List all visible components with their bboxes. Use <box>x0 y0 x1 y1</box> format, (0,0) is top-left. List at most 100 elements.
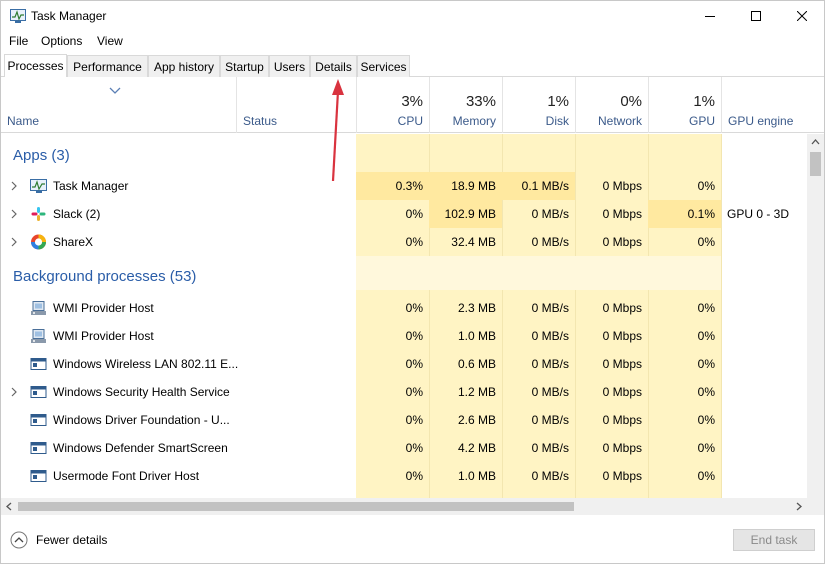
maximize-icon <box>751 11 761 21</box>
disk-value: 0 MB/s <box>531 469 569 483</box>
disk-value: 0 MB/s <box>531 441 569 455</box>
column-header-cpu[interactable]: 3% CPU <box>356 77 429 133</box>
cpu-value: 0% <box>405 469 423 483</box>
fewer-details-chevron-up-icon[interactable] <box>10 531 28 549</box>
window-title: Task Manager <box>31 9 107 23</box>
wmi-provider-icon <box>31 329 46 343</box>
tab-details[interactable]: Details <box>310 55 357 77</box>
column-header-memory[interactable]: 33% Memory <box>429 77 502 133</box>
disk-value: 0.1 MB/s <box>521 179 569 193</box>
column-header-name[interactable]: Name <box>1 77 236 133</box>
tab-strip: Processes Performance App history Startu… <box>1 54 824 77</box>
expand-chevron-icon[interactable] <box>10 181 18 191</box>
menu-file[interactable]: File <box>9 34 28 48</box>
gpu-total-percent: 1% <box>693 93 715 110</box>
gpu-value: 0% <box>697 413 715 427</box>
title-bar[interactable]: Task Manager <box>1 1 824 31</box>
network-value: 0 Mbps <box>602 413 642 427</box>
table-row[interactable]: Windows Defender SmartScreen 0% 4.2 MB 0… <box>1 434 807 462</box>
table-row[interactable]: Usermode Font Driver Host 0% 1.0 MB 0 MB… <box>1 462 807 490</box>
menu-view[interactable]: View <box>97 34 123 48</box>
gpu-engine-value: GPU 0 - 3D <box>727 207 790 221</box>
column-disk-label: Disk <box>545 114 569 128</box>
disk-value: 0 MB/s <box>531 207 569 221</box>
memory-value: 18.9 MB <box>451 179 496 193</box>
network-total-percent: 0% <box>620 93 642 110</box>
vertical-scrollbar[interactable] <box>807 134 824 498</box>
task-manager-icon <box>10 9 26 23</box>
column-cpu-label: CPU <box>397 114 423 128</box>
service-window-icon <box>30 386 47 398</box>
cpu-value: 0% <box>405 207 423 221</box>
gpu-value: 0% <box>697 235 715 249</box>
process-list: Apps (3) Task Manager 0.3% 18.9 MB 0.1 M… <box>1 134 807 498</box>
scroll-right-icon[interactable] <box>796 502 802 511</box>
footer: Fewer details End task <box>1 515 824 563</box>
column-header-network[interactable]: 0% Network <box>575 77 648 133</box>
column-header-gpu[interactable]: 1% GPU <box>648 77 721 133</box>
table-row[interactable]: Windows Wireless LAN 802.11 E... 0% 0.6 … <box>1 350 807 378</box>
cpu-value: 0% <box>405 301 423 315</box>
network-value: 0 Mbps <box>602 441 642 455</box>
column-header-gpu-engine[interactable]: GPU engine <box>721 77 824 133</box>
end-task-button[interactable]: End task <box>733 529 815 551</box>
menu-options[interactable]: Options <box>41 34 82 48</box>
horizontal-scroll-thumb[interactable] <box>18 502 574 511</box>
gpu-value: 0% <box>697 329 715 343</box>
task-manager-icon <box>30 179 47 193</box>
process-name: Windows Wireless LAN 802.11 E... <box>53 357 239 371</box>
tab-users[interactable]: Users <box>269 55 310 77</box>
gpu-engine-value <box>721 172 807 200</box>
background-group-title: Background processes (53) <box>13 268 197 285</box>
gpu-value: 0% <box>697 469 715 483</box>
column-network-label: Network <box>597 114 642 128</box>
cpu-total-percent: 3% <box>401 93 423 110</box>
expand-chevron-icon[interactable] <box>10 209 18 219</box>
process-name: Usermode Font Driver Host <box>53 469 200 483</box>
scroll-up-icon[interactable] <box>811 139 820 145</box>
expand-chevron-icon[interactable] <box>10 387 18 397</box>
group-header-shading <box>356 256 721 290</box>
tab-services[interactable]: Services <box>357 55 410 77</box>
service-window-icon <box>30 358 47 370</box>
table-row[interactable]: ShareX 0% 32.4 MB 0 MB/s 0 Mbps 0% <box>1 228 807 256</box>
scrollbar-corner <box>807 498 824 515</box>
maximize-button[interactable] <box>733 1 779 31</box>
task-manager-window: Task Manager File Options View Processes… <box>0 0 825 564</box>
memory-value: 1.2 MB <box>457 385 496 399</box>
tab-app-history[interactable]: App history <box>148 55 220 77</box>
tab-performance[interactable]: Performance <box>67 55 148 77</box>
apps-group-title: Apps (3) <box>13 147 70 164</box>
vertical-scroll-thumb[interactable] <box>810 152 821 176</box>
process-name: WMI Provider Host <box>53 301 154 315</box>
table-row[interactable]: Windows Driver Foundation - U... 0% 2.6 … <box>1 406 807 434</box>
column-memory-label: Memory <box>452 114 496 128</box>
table-row[interactable]: Windows Security Health Service 0% 1.2 M… <box>1 378 807 406</box>
expand-chevron-icon[interactable] <box>10 237 18 247</box>
column-header-disk[interactable]: 1% Disk <box>502 77 575 133</box>
scroll-left-icon[interactable] <box>6 502 12 511</box>
table-row[interactable]: WMI Provider Host 0% 1.0 MB 0 MB/s 0 Mbp… <box>1 322 807 350</box>
disk-value: 0 MB/s <box>531 357 569 371</box>
close-button[interactable] <box>779 1 825 31</box>
memory-value: 2.6 MB <box>457 413 496 427</box>
network-value: 0 Mbps <box>602 301 642 315</box>
tab-startup[interactable]: Startup <box>220 55 269 77</box>
tab-processes[interactable]: Processes <box>4 54 67 77</box>
table-row[interactable]: Slack (2) 0% 102.9 MB 0 MB/s 0 Mbps 0.1%… <box>1 200 807 228</box>
service-window-icon <box>30 442 47 454</box>
close-icon <box>797 11 807 21</box>
fewer-details-link[interactable]: Fewer details <box>36 533 107 547</box>
annotation-arrow <box>331 79 344 182</box>
sort-chevron-down-icon <box>109 87 121 94</box>
gpu-value: 0% <box>697 301 715 315</box>
table-row[interactable]: WMI Provider Host 0% 2.3 MB 0 MB/s 0 Mbp… <box>1 294 807 322</box>
column-status-label: Status <box>243 114 278 128</box>
horizontal-scrollbar[interactable] <box>1 498 807 515</box>
table-row[interactable]: Task Manager 0.3% 18.9 MB 0.1 MB/s 0 Mbp… <box>1 172 807 200</box>
memory-value: 4.2 MB <box>457 441 496 455</box>
gpu-value: 0% <box>697 441 715 455</box>
disk-total-percent: 1% <box>547 93 569 110</box>
minimize-button[interactable] <box>687 1 733 31</box>
network-value: 0 Mbps <box>602 385 642 399</box>
